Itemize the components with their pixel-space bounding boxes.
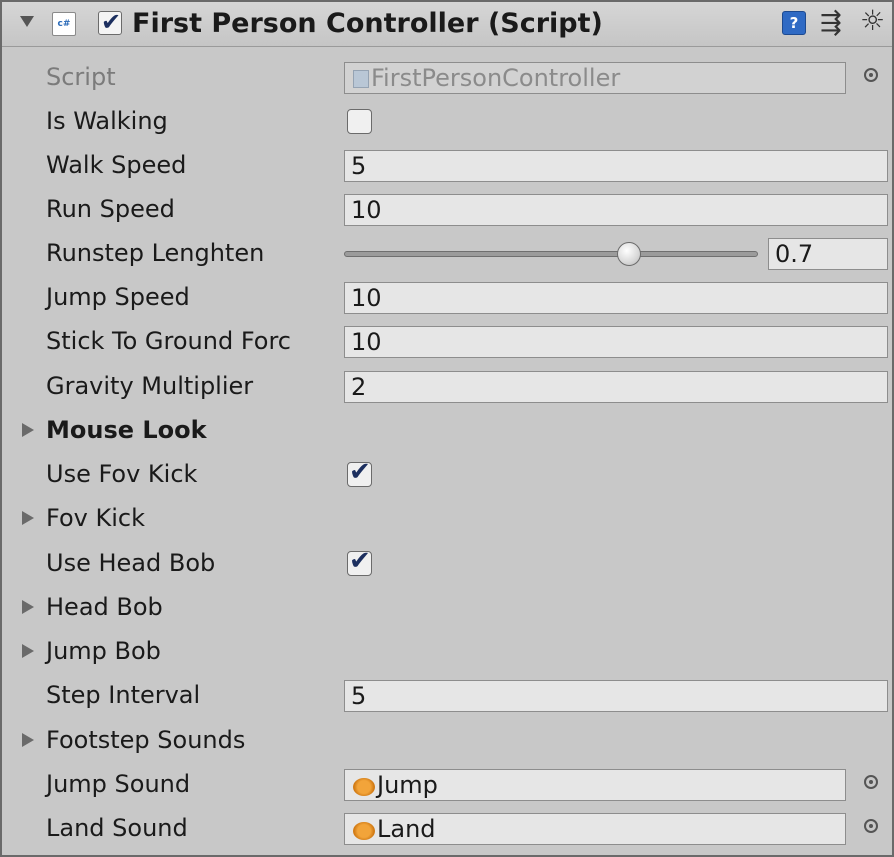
checkmark-icon: ✔	[349, 457, 371, 487]
row-jump-speed: Jump Speed 10	[2, 275, 894, 319]
walk-speed-label: Walk Speed	[46, 151, 187, 179]
presets-icon[interactable]: ⇶	[820, 8, 842, 38]
row-gravity-multiplier: Gravity Multiplier 2	[2, 364, 894, 408]
row-use-head-bob: Use Head Bob ✔	[2, 541, 894, 585]
mouse-look-label[interactable]: Mouse Look	[46, 408, 207, 452]
script-label: Script	[46, 63, 116, 91]
land-sound-field[interactable]: Land	[344, 813, 846, 845]
row-script: Script FirstPersonController	[2, 55, 894, 99]
row-runstep-lenghten: Runstep Lenghten 0.7	[2, 231, 894, 275]
runstep-value-input[interactable]: 0.7	[768, 238, 888, 270]
is-walking-checkbox[interactable]	[347, 109, 372, 134]
footstep-sounds-label[interactable]: Footstep Sounds	[46, 718, 245, 762]
row-step-interval: Step Interval 5	[2, 673, 894, 717]
row-stick-to-ground-force: Stick To Ground Forc 10	[2, 319, 894, 363]
foldout-head-bob[interactable]: Head Bob	[2, 585, 894, 629]
jump-sound-value: Jump	[377, 771, 438, 799]
step-interval-label: Step Interval	[46, 681, 201, 709]
expand-arrow-icon[interactable]	[22, 600, 34, 614]
component-header[interactable]: c# ✔ First Person Controller (Script) ? …	[2, 2, 892, 47]
inspector-component-panel: c# ✔ First Person Controller (Script) ? …	[0, 0, 894, 857]
help-icon[interactable]: ?	[782, 11, 806, 35]
walk-speed-input[interactable]: 5	[344, 150, 888, 182]
audio-clip-icon	[353, 778, 375, 796]
runstep-slider-track[interactable]	[344, 251, 758, 257]
object-picker-icon[interactable]	[864, 819, 878, 833]
row-is-walking: Is Walking	[2, 99, 894, 143]
run-speed-input[interactable]: 10	[344, 194, 888, 226]
expand-arrow-icon[interactable]	[22, 733, 34, 747]
script-value: FirstPersonController	[371, 64, 621, 92]
jump-sound-label: Jump Sound	[46, 770, 191, 798]
stick-to-ground-force-label: Stick To Ground Forc	[46, 327, 292, 355]
cs-script-icon: c#	[52, 12, 76, 36]
use-fov-kick-checkbox[interactable]: ✔	[347, 458, 372, 487]
expand-arrow-icon[interactable]	[22, 511, 34, 525]
checkmark-icon: ✔	[349, 546, 371, 576]
gear-icon[interactable]: ☼	[860, 6, 885, 36]
row-use-fov-kick: Use Fov Kick ✔	[2, 452, 894, 496]
row-land-sound: Land Sound Land	[2, 806, 894, 850]
foldout-fov-kick[interactable]: Fov Kick	[2, 496, 894, 540]
foldout-footstep-sounds[interactable]: Footstep Sounds	[2, 718, 894, 762]
land-sound-label: Land Sound	[46, 814, 188, 842]
jump-sound-field[interactable]: Jump	[344, 769, 846, 801]
fov-kick-label[interactable]: Fov Kick	[46, 496, 145, 540]
jump-speed-label: Jump Speed	[46, 283, 190, 311]
gravity-multiplier-label: Gravity Multiplier	[46, 372, 254, 400]
audio-clip-icon	[353, 822, 375, 840]
script-file-icon	[353, 70, 369, 88]
use-head-bob-checkbox[interactable]: ✔	[347, 547, 372, 576]
use-head-bob-label: Use Head Bob	[46, 549, 216, 577]
step-interval-input[interactable]: 5	[344, 680, 888, 712]
row-walk-speed: Walk Speed 5	[2, 143, 894, 187]
component-title: First Person Controller (Script)	[132, 8, 603, 39]
object-picker-icon	[864, 68, 878, 82]
component-enabled-checkbox[interactable]: ✔	[98, 8, 122, 36]
runstep-lenghten-label: Runstep Lenghten	[46, 239, 265, 267]
stick-to-ground-force-input[interactable]: 10	[344, 326, 888, 358]
gravity-multiplier-input[interactable]: 2	[344, 371, 888, 403]
expand-arrow-icon[interactable]	[22, 644, 34, 658]
checkmark-icon: ✔	[101, 8, 122, 36]
runstep-slider-thumb[interactable]	[617, 242, 641, 266]
jump-bob-label[interactable]: Jump Bob	[46, 629, 161, 673]
script-field: FirstPersonController	[344, 62, 846, 94]
row-jump-sound: Jump Sound Jump	[2, 762, 894, 806]
foldout-mouse-look[interactable]: Mouse Look	[2, 408, 894, 452]
land-sound-value: Land	[377, 815, 436, 843]
run-speed-label: Run Speed	[46, 195, 175, 223]
object-picker-icon[interactable]	[864, 775, 878, 789]
collapse-arrow-icon[interactable]	[20, 16, 34, 27]
foldout-jump-bob[interactable]: Jump Bob	[2, 629, 894, 673]
use-fov-kick-label: Use Fov Kick	[46, 460, 198, 488]
is-walking-label: Is Walking	[46, 107, 168, 135]
expand-arrow-icon[interactable]	[22, 423, 34, 437]
row-run-speed: Run Speed 10	[2, 187, 894, 231]
jump-speed-input[interactable]: 10	[344, 282, 888, 314]
head-bob-label[interactable]: Head Bob	[46, 585, 163, 629]
